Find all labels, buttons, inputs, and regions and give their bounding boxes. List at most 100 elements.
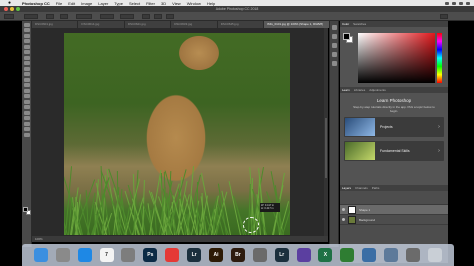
zoom-window-button[interactable] [16, 7, 20, 11]
launchpad-icon[interactable] [55, 248, 70, 262]
calendar-icon[interactable]: 7 [99, 248, 114, 262]
excel-icon[interactable]: X [318, 248, 333, 262]
dodge-tool-icon[interactable] [23, 94, 30, 98]
illustrator-icon[interactable]: Ai [209, 248, 224, 262]
menu-help[interactable]: Help [207, 1, 215, 6]
eyedropper-tool-icon[interactable] [23, 50, 30, 54]
layer-name[interactable]: Shape 1 [359, 208, 370, 212]
tab-libraries[interactable]: Libraries [354, 87, 366, 93]
facetime-icon[interactable] [340, 248, 355, 262]
chrome-icon[interactable] [165, 248, 180, 262]
menu-type[interactable]: Type [114, 1, 123, 6]
layer-row[interactable]: Background [340, 215, 448, 225]
doc-tab[interactable]: DSC0633.jpg [171, 21, 218, 28]
document-image[interactable]: W: 0.417 in H: 0.417 in [64, 33, 290, 235]
doc-tab[interactable]: DSC0601.jpg [32, 21, 79, 28]
color-field[interactable] [358, 33, 435, 83]
character-panel-icon[interactable] [331, 43, 337, 48]
layer-name[interactable]: Background [359, 218, 375, 222]
history-panel-icon[interactable] [331, 25, 337, 30]
doc-tab-active[interactable]: IMG_0101.jpg @ 100% (Shape 1, RGB/8) [264, 21, 336, 28]
gradient-tool-icon[interactable] [23, 83, 30, 87]
vertical-scrollbar[interactable] [324, 28, 328, 236]
stroke-width-field[interactable] [76, 14, 92, 19]
brush-settings-panel-icon[interactable] [331, 61, 337, 66]
finder-icon[interactable] [33, 248, 48, 262]
menu-edit[interactable]: Edit [68, 1, 75, 6]
trash-icon[interactable] [427, 248, 442, 262]
clone-stamp-tool-icon[interactable] [23, 66, 30, 71]
menu-layer[interactable]: Layer [98, 1, 108, 6]
menu-3d[interactable]: 3D [161, 1, 166, 6]
minimize-window-button[interactable] [10, 7, 14, 11]
tab-layers[interactable]: Layers [342, 185, 351, 191]
history-brush-tool-icon[interactable] [23, 72, 30, 76]
acrobat-icon[interactable] [252, 248, 267, 262]
hand-tool-icon[interactable] [23, 121, 30, 126]
photoshop-icon[interactable]: Ps [143, 248, 158, 262]
path-alignment-button[interactable] [154, 14, 162, 19]
edit-toolbar-icon[interactable] [23, 132, 30, 137]
menu-view[interactable]: View [172, 1, 181, 6]
settings-icon[interactable] [121, 248, 136, 262]
bridge-icon[interactable]: Br [230, 248, 245, 262]
layer-controls[interactable] [340, 191, 448, 205]
quicktime-icon[interactable] [362, 248, 377, 262]
learn-card-fundamental-skills[interactable]: Fundamental Skills › [344, 141, 444, 161]
menu-select[interactable]: Select [129, 1, 140, 6]
height-field[interactable] [120, 14, 134, 19]
lightroom-classic-icon[interactable]: Lr [274, 248, 289, 262]
blur-tool-icon[interactable] [23, 88, 30, 93]
brush-tool-icon[interactable] [23, 61, 30, 65]
menu-list-icon[interactable] [466, 1, 470, 5]
stroke-swatch[interactable] [60, 14, 68, 19]
fill-swatch[interactable] [46, 14, 54, 19]
learn-card-projects[interactable]: Projects › [344, 117, 444, 137]
tab-adjustments[interactable]: Adjustments [369, 87, 386, 93]
battery-icon[interactable] [452, 1, 456, 5]
hue-slider[interactable] [437, 33, 442, 83]
foreground-color-swatch[interactable] [23, 207, 28, 212]
imovie-icon[interactable] [296, 248, 311, 262]
close-window-button[interactable] [4, 7, 8, 11]
visibility-eye-icon[interactable] [342, 218, 345, 221]
quick-select-tool-icon[interactable] [23, 39, 30, 43]
healing-brush-tool-icon[interactable] [23, 55, 30, 60]
marquee-tool-icon[interactable] [23, 28, 30, 32]
tab-paths[interactable]: Paths [372, 185, 380, 191]
preview-icon[interactable] [384, 248, 399, 262]
canvas-area[interactable]: W: 0.417 in H: 0.417 in [32, 28, 328, 236]
doc-tab[interactable]: DSC0645.jpg [217, 21, 265, 28]
path-select-tool-icon[interactable] [23, 110, 30, 115]
zoom-level[interactable]: 100% [35, 237, 43, 241]
tool-preset-picker[interactable] [4, 14, 14, 19]
path-operations-button[interactable] [142, 14, 150, 19]
wifi-icon[interactable] [445, 1, 449, 5]
safari-icon[interactable] [77, 248, 92, 262]
color-swatches[interactable] [23, 207, 31, 215]
type-tool-icon[interactable] [23, 105, 30, 109]
workspace-switcher[interactable] [440, 14, 448, 19]
photos-icon[interactable] [406, 248, 421, 262]
tab-learn[interactable]: Learn [342, 87, 350, 93]
shape-mode-select[interactable] [24, 14, 38, 19]
layer-row[interactable]: Shape 1 [340, 205, 448, 215]
pen-tool-icon[interactable] [23, 99, 30, 104]
search-icon[interactable] [459, 1, 463, 5]
shape-tool-icon[interactable] [23, 116, 30, 120]
visibility-eye-icon[interactable] [342, 208, 345, 211]
doc-tab[interactable]: DSC0614.jpg [78, 21, 125, 28]
menu-file[interactable]: File [56, 1, 62, 6]
tab-channels[interactable]: Channels [355, 185, 368, 191]
menu-image[interactable]: Image [81, 1, 92, 6]
panel-foreground-swatch[interactable] [343, 33, 350, 40]
lightroom-icon[interactable]: Lr [187, 248, 202, 262]
move-tool-icon[interactable] [23, 22, 30, 27]
lasso-tool-icon[interactable] [23, 33, 30, 38]
paragraph-panel-icon[interactable] [331, 52, 337, 57]
properties-panel-icon[interactable] [331, 34, 337, 39]
eraser-tool-icon[interactable] [23, 77, 30, 82]
zoom-tool-icon[interactable] [23, 127, 30, 131]
menu-filter[interactable]: Filter [146, 1, 155, 6]
path-arrangement-button[interactable] [166, 14, 174, 19]
